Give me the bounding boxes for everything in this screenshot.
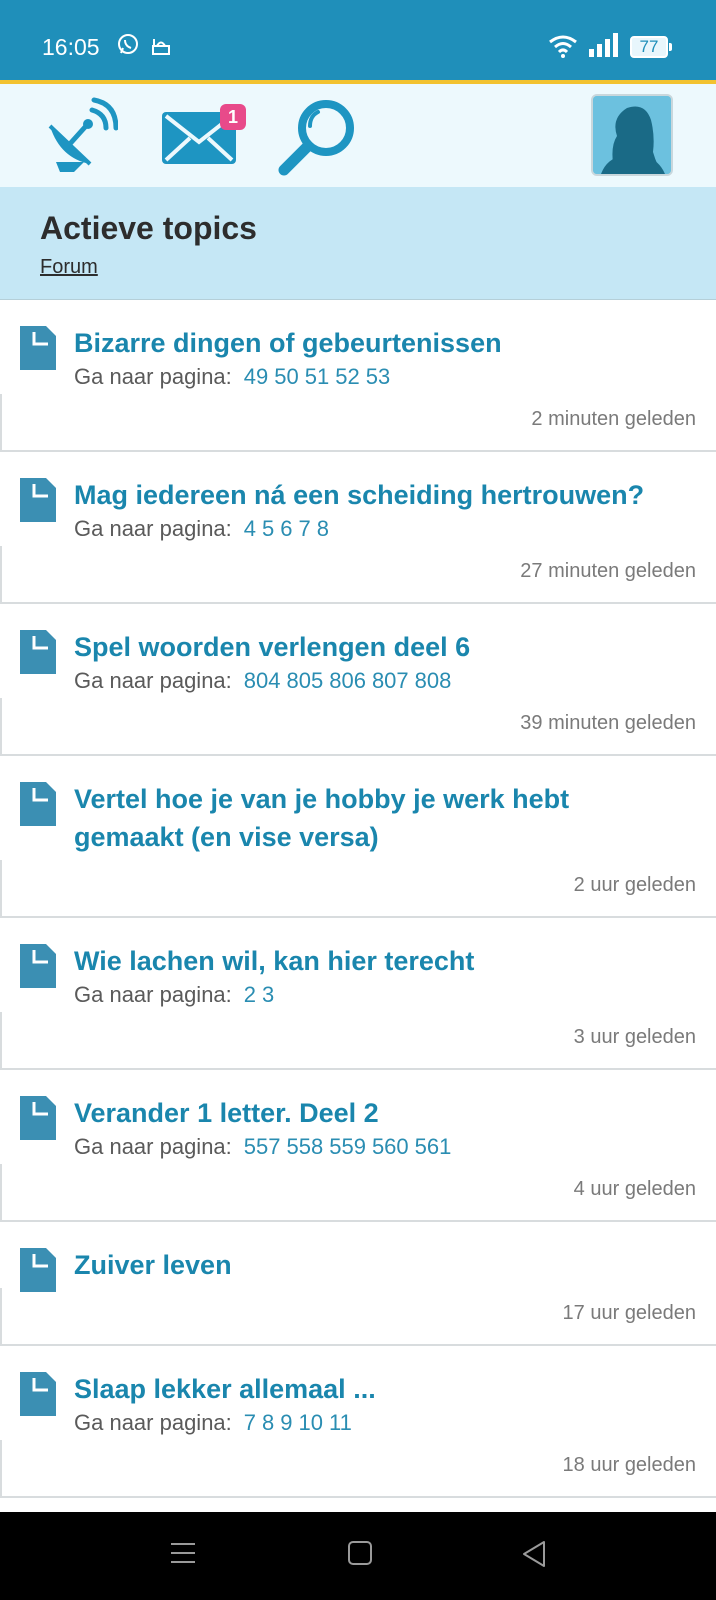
mosque-icon (151, 36, 171, 61)
page-link[interactable]: 8 (317, 516, 329, 541)
page-link[interactable]: 561 (415, 1134, 452, 1159)
page-link[interactable]: 3 (262, 982, 274, 1007)
page-link[interactable]: 805 (287, 668, 324, 693)
last-activity-time: 18 uur geleden (562, 1454, 696, 1476)
topic-row[interactable]: Mag iedereen ná een scheiding hertrouwen… (0, 452, 716, 604)
topic-title[interactable]: Mag iedereen ná een scheiding hertrouwen… (74, 476, 684, 514)
topic-row[interactable]: Wie lachen wil, kan hier terecht Ga naar … (0, 918, 716, 1070)
whatsapp-icon (117, 33, 139, 60)
topic-row[interactable]: Bizarre dingen of gebeurtenissen Ga naar … (0, 300, 716, 452)
page-links: Ga naar pagina: 49 50 51 52 53 (74, 364, 390, 390)
page-link[interactable]: 8 (262, 1410, 274, 1435)
page-links: Ga naar pagina: 4 5 6 7 8 (74, 516, 329, 542)
home-icon[interactable] (347, 1540, 373, 1571)
page-link[interactable]: 53 (366, 364, 390, 389)
document-icon (18, 1370, 58, 1423)
page-link[interactable]: 5 (262, 516, 274, 541)
page-links: Ga naar pagina: 557 558 559 560 561 (74, 1134, 451, 1160)
goto-page-label: Ga naar pagina: (74, 982, 232, 1007)
document-icon (18, 780, 58, 833)
last-activity-time: 17 uur geleden (562, 1302, 696, 1324)
last-activity-time: 3 uur geleden (573, 1026, 696, 1048)
status-bar: 16:05 77 (0, 0, 716, 80)
page-link[interactable]: 4 (244, 516, 256, 541)
row-divider (0, 1012, 2, 1068)
signal-icon (588, 33, 620, 62)
page-link[interactable]: 6 (280, 516, 292, 541)
topic-row[interactable]: Slaap lekker allemaal ... Ga naar pagina:… (0, 1346, 716, 1498)
page-link[interactable]: 51 (305, 364, 329, 389)
page-link[interactable]: 10 (299, 1410, 323, 1435)
page-link[interactable]: 560 (372, 1134, 409, 1159)
battery-icon: 77 (630, 36, 672, 58)
document-icon (18, 1094, 58, 1147)
wifi-icon (548, 34, 578, 63)
document-icon (18, 1246, 58, 1299)
page-links: Ga naar pagina: 7 8 9 10 11 (74, 1410, 352, 1436)
row-divider (0, 860, 2, 916)
breadcrumb-forum[interactable]: Forum (40, 256, 98, 279)
page-link[interactable]: 52 (335, 364, 359, 389)
page-links: Ga naar pagina: 2 3 (74, 982, 274, 1008)
page-link[interactable]: 807 (372, 668, 409, 693)
page-link[interactable]: 7 (299, 516, 311, 541)
last-activity-time: 2 minuten geleden (531, 408, 696, 430)
page-link[interactable]: 11 (329, 1410, 352, 1435)
topic-title[interactable]: Verander 1 letter. Deel 2 (74, 1094, 684, 1132)
page-link[interactable]: 558 (287, 1134, 324, 1159)
row-divider (0, 1440, 2, 1496)
page-link[interactable]: 49 (244, 364, 268, 389)
page-links: Ga naar pagina: 804 805 806 807 808 (74, 668, 451, 694)
document-icon (18, 324, 58, 377)
topic-title[interactable]: Zuiver leven (74, 1246, 684, 1284)
topic-title[interactable]: Spel woorden verlengen deel 6 (74, 628, 684, 666)
back-icon[interactable] (520, 1540, 548, 1573)
topic-title[interactable]: Wie lachen wil, kan hier terecht (74, 942, 684, 980)
row-divider (0, 394, 2, 450)
last-activity-time: 2 uur geleden (573, 874, 696, 896)
row-divider (0, 698, 2, 754)
page-link[interactable]: 557 (244, 1134, 281, 1159)
goto-page-label: Ga naar pagina: (74, 364, 232, 389)
topic-title[interactable]: Bizarre dingen of gebeurtenissen (74, 324, 684, 362)
avatar[interactable] (591, 94, 673, 176)
goto-page-label: Ga naar pagina: (74, 668, 232, 693)
topic-list: Bizarre dingen of gebeurtenissen Ga naar … (0, 300, 716, 1498)
row-divider (0, 546, 2, 602)
page-title: Actieve topics (40, 210, 257, 246)
document-icon (18, 942, 58, 995)
topic-row[interactable]: Zuiver leven 17 uur geleden (0, 1222, 716, 1346)
page-link[interactable]: 9 (280, 1410, 292, 1435)
document-icon (18, 476, 58, 529)
notification-badge: 1 (220, 104, 246, 130)
goto-page-label: Ga naar pagina: (74, 1134, 232, 1159)
row-divider (0, 1288, 2, 1344)
search-icon[interactable] (278, 96, 358, 181)
topic-row[interactable]: Verander 1 letter. Deel 2 Ga naar pagina:… (0, 1070, 716, 1222)
status-time: 16:05 (42, 34, 100, 60)
document-icon (18, 628, 58, 681)
topic-title[interactable]: Slaap lekker allemaal ... (74, 1370, 684, 1408)
page-link[interactable]: 2 (244, 982, 256, 1007)
page-link[interactable]: 7 (244, 1410, 256, 1435)
system-nav-bar (0, 1512, 716, 1600)
last-activity-time: 4 uur geleden (573, 1178, 696, 1200)
page-link[interactable]: 804 (244, 668, 281, 693)
page-link[interactable]: 50 (274, 364, 298, 389)
goto-page-label: Ga naar pagina: (74, 516, 232, 541)
page-link[interactable]: 806 (329, 668, 366, 693)
topic-title[interactable]: Vertel hoe je van je hobby je werk hebt … (74, 780, 684, 856)
page-link[interactable]: 559 (329, 1134, 366, 1159)
page-link[interactable]: 808 (415, 668, 452, 693)
goto-page-label: Ga naar pagina: (74, 1410, 232, 1435)
last-activity-time: 27 minuten geleden (520, 560, 696, 582)
row-divider (0, 1164, 2, 1220)
topic-row[interactable]: Vertel hoe je van je hobby je werk hebt … (0, 756, 716, 918)
topic-row[interactable]: Spel woorden verlengen deel 6 Ga naar pag… (0, 604, 716, 756)
satellite-dish-icon[interactable] (40, 96, 119, 179)
menu-icon[interactable] (170, 1540, 196, 1571)
last-activity-time: 39 minuten geleden (520, 712, 696, 734)
